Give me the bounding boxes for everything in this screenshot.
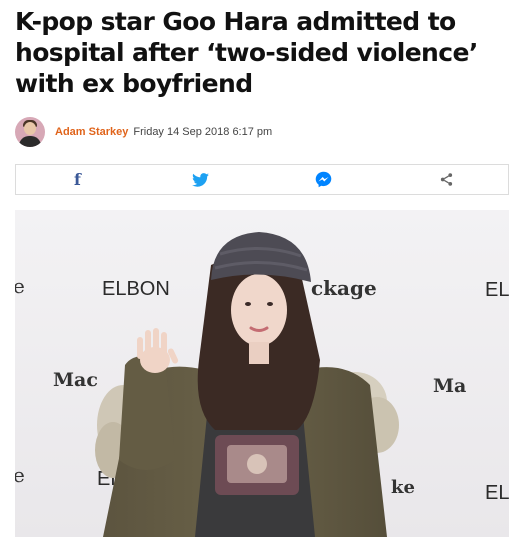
- backdrop-text: ckage: [311, 276, 377, 300]
- twitter-share-button[interactable]: [139, 165, 262, 194]
- backdrop-text: ke: [391, 477, 415, 498]
- facebook-share-button[interactable]: f: [16, 165, 139, 194]
- publish-date: Friday 14 Sep 2018 6:17 pm: [133, 126, 273, 138]
- facebook-icon: f: [74, 170, 81, 189]
- backdrop-text: EL: [485, 279, 509, 301]
- photo-illustration: e ELBON ckage EL Mac Ma e EL ke EL: [15, 210, 509, 537]
- article-headline: K-pop star Goo Hara admitted to hospital…: [15, 7, 478, 98]
- backdrop-text: e: [15, 463, 25, 487]
- backdrop-text: EL: [485, 482, 509, 504]
- backdrop-text: ELBON: [102, 278, 170, 300]
- backdrop-text: Mac: [53, 369, 98, 391]
- share-icon: [440, 173, 453, 186]
- messenger-share-button[interactable]: [262, 165, 385, 194]
- author-name[interactable]: Adam Starkey: [55, 126, 128, 138]
- backdrop-text: Ma: [433, 375, 466, 397]
- byline: Adam Starkey Friday 14 Sep 2018 6:17 pm: [15, 117, 272, 147]
- backdrop-text: e: [15, 274, 25, 298]
- share-button[interactable]: [385, 165, 508, 194]
- share-bar: f: [15, 164, 509, 195]
- twitter-icon: [192, 172, 209, 187]
- messenger-icon: [315, 171, 332, 188]
- author-avatar[interactable]: [15, 117, 45, 147]
- article-photo: e ELBON ckage EL Mac Ma e EL ke EL: [15, 210, 509, 537]
